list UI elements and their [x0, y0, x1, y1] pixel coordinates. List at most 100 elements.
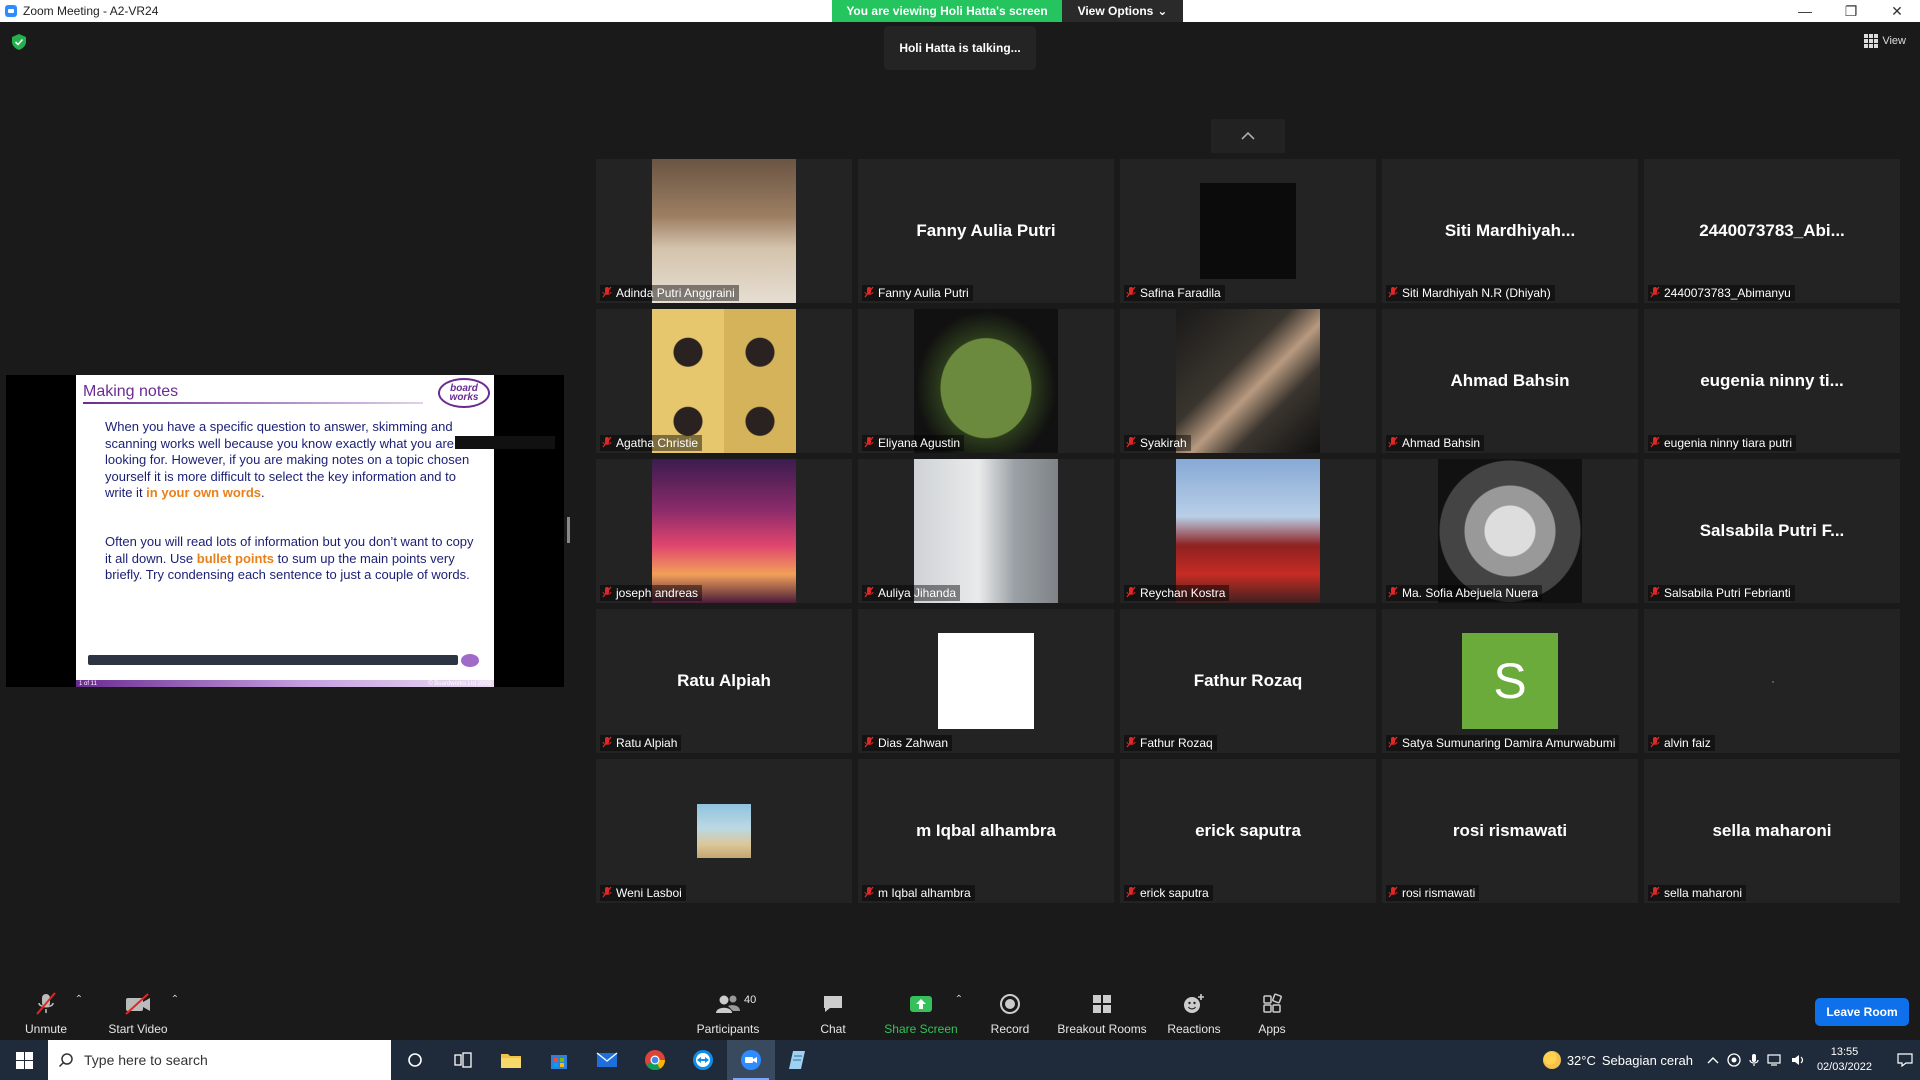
participant-tile[interactable]: Safina Faradila: [1120, 159, 1376, 303]
zoom-camera-icon: [741, 1050, 761, 1070]
apps-button[interactable]: Apps: [1252, 988, 1292, 1040]
taskbar-search-box[interactable]: Type here to search: [48, 1040, 391, 1080]
record-label: Record: [990, 1022, 1030, 1036]
participant-tile[interactable]: Auliya Jihanda: [858, 459, 1114, 603]
participant-name-label: Ma. Sofia Abejuela Nuera: [1386, 585, 1543, 601]
participant-tile[interactable]: alvin faiz: [1644, 609, 1900, 753]
leave-room-button[interactable]: Leave Room: [1815, 998, 1909, 1026]
participant-name: Adinda Putri Anggraini: [616, 286, 735, 300]
participant-tile[interactable]: Salsabila Putri F... Salsabila Putri Febr…: [1644, 459, 1900, 603]
weather-temperature: 32°C: [1566, 1052, 1596, 1068]
participant-tile[interactable]: sella maharoni sella maharoni: [1644, 759, 1900, 903]
chevron-up-icon[interactable]: [1707, 1056, 1719, 1064]
unmute-button[interactable]: Unmute: [22, 988, 70, 1040]
participant-tile[interactable]: Dias Zahwan: [858, 609, 1114, 753]
participant-tile[interactable]: Siti Mardhiyah... Siti Mardhiyah N.R (Dhi…: [1382, 159, 1638, 303]
view-layout-button[interactable]: View: [1864, 34, 1906, 48]
mic-muted-icon: [602, 436, 612, 451]
participant-name: eugenia ninny tiara putri: [1664, 436, 1793, 450]
teamviewer-app[interactable]: [679, 1040, 727, 1080]
participant-tile[interactable]: Fathur Rozaq Fathur Rozaq: [1120, 609, 1376, 753]
volume-icon[interactable]: [1791, 1053, 1807, 1067]
collapse-thumbnails-button[interactable]: [1211, 119, 1285, 153]
presentation-slide: Making notes board works When you have a…: [76, 375, 555, 687]
view-options-button[interactable]: View Options ⌄: [1062, 0, 1183, 22]
mic-muted-icon: [1388, 736, 1398, 751]
shield-check-icon[interactable]: [12, 34, 26, 50]
notifications-button[interactable]: [1890, 1053, 1920, 1067]
participant-tile[interactable]: Ratu Alpiah Ratu Alpiah: [596, 609, 852, 753]
participant-display-name: Fanny Aulia Putri: [916, 221, 1056, 240]
participant-name-label: joseph andreas: [600, 585, 703, 601]
participant-tile[interactable]: eugenia ninny ti... eugenia ninny tiara p…: [1644, 309, 1900, 453]
view-options-label: View Options: [1077, 4, 1154, 18]
participant-display-name: Ratu Alpiah: [677, 671, 771, 690]
network-icon[interactable]: [1767, 1053, 1783, 1067]
notepad-app[interactable]: [775, 1040, 823, 1080]
chat-button[interactable]: Chat: [808, 988, 858, 1040]
participant-tile[interactable]: joseph andreas: [596, 459, 852, 603]
participant-tile[interactable]: Syakirah: [1120, 309, 1376, 453]
share-screen-label: Share Screen: [884, 1022, 958, 1036]
file-explorer-app[interactable]: [487, 1040, 535, 1080]
participant-tile[interactable]: rosi rismawati rosi rismawati: [1382, 759, 1638, 903]
start-button[interactable]: [0, 1040, 48, 1080]
share-screen-button[interactable]: Share Screen: [880, 988, 962, 1040]
participant-video: [1438, 459, 1582, 603]
participant-tile[interactable]: Ahmad Bahsin Ahmad Bahsin: [1382, 309, 1638, 453]
participant-tile[interactable]: Weni Lasboi: [596, 759, 852, 903]
participant-tile[interactable]: S Satya Sumunaring Damira Amurwabumi: [1382, 609, 1638, 753]
chevron-up-icon: ⌃: [74, 994, 84, 1005]
start-video-label: Start Video: [108, 1022, 168, 1036]
taskbar-clock[interactable]: 13:55 02/03/2022: [1817, 1045, 1872, 1075]
chrome-app[interactable]: [631, 1040, 679, 1080]
reactions-button[interactable]: Reactions: [1164, 988, 1224, 1040]
mic-muted-icon: [35, 992, 57, 1016]
mic-muted-icon: [1650, 436, 1660, 451]
participant-name: Fathur Rozaq: [1140, 736, 1213, 750]
minimize-button[interactable]: —: [1782, 0, 1828, 22]
participant-gallery: Adinda Putri Anggraini Fanny Aulia Putri F…: [596, 159, 1900, 903]
participant-name-label: Satya Sumunaring Damira Amurwabumi: [1386, 735, 1620, 751]
participant-tile[interactable]: Eliyana Agustin: [858, 309, 1114, 453]
splitter-handle[interactable]: [567, 517, 570, 543]
webcam-icon[interactable]: [1727, 1053, 1741, 1067]
close-button[interactable]: ✕: [1874, 0, 1920, 22]
start-video-button[interactable]: Start Video: [106, 988, 170, 1040]
participant-tile[interactable]: erick saputra erick saputra: [1120, 759, 1376, 903]
participant-tile[interactable]: 2440073783_Abi... 2440073783_Abimanyu: [1644, 159, 1900, 303]
zoom-app[interactable]: [727, 1040, 775, 1080]
participant-tile[interactable]: Reychan Kostra: [1120, 459, 1376, 603]
notepad-icon: [789, 1051, 805, 1069]
participant-tile[interactable]: Agatha Christie: [596, 309, 852, 453]
windows-taskbar: Type here to search 32°C Sebagian cerah: [0, 1040, 1920, 1080]
restore-button[interactable]: ❐: [1828, 0, 1874, 22]
apps-label: Apps: [1258, 1022, 1286, 1036]
participant-tile[interactable]: m Iqbal alhambra m Iqbal alhambra: [858, 759, 1114, 903]
audio-options-caret[interactable]: ⌃: [74, 988, 84, 1040]
task-view-button[interactable]: [439, 1040, 487, 1080]
weather-widget[interactable]: 32°C Sebagian cerah: [1542, 1051, 1693, 1069]
microphone-icon[interactable]: [1749, 1053, 1759, 1067]
cortana-button[interactable]: [391, 1040, 439, 1080]
reactions-label: Reactions: [1167, 1022, 1221, 1036]
slide-paragraph-2: Often you will read lots of information …: [105, 534, 481, 584]
boardworks-logo: board works: [438, 378, 490, 408]
tray-icons: [1707, 1053, 1807, 1067]
participant-tile[interactable]: Ma. Sofia Abejuela Nuera: [1382, 459, 1638, 603]
video-options-caret[interactable]: ⌃: [170, 988, 180, 1040]
store-bag-icon: [551, 1055, 567, 1069]
microsoft-store-app[interactable]: [535, 1040, 583, 1080]
mail-app[interactable]: [583, 1040, 631, 1080]
participant-display-name: Fathur Rozaq: [1193, 671, 1303, 690]
participant-video: [652, 309, 796, 453]
breakout-rooms-button[interactable]: Breakout Rooms: [1056, 988, 1148, 1040]
share-options-caret[interactable]: ⌃: [954, 988, 964, 1040]
mic-muted-icon: [1126, 736, 1136, 751]
record-button[interactable]: Record: [984, 988, 1036, 1040]
mic-muted-icon: [1126, 436, 1136, 451]
slide-nav-icon: [461, 654, 479, 667]
participant-tile[interactable]: Fanny Aulia Putri Fanny Aulia Putri: [858, 159, 1114, 303]
participant-name: rosi rismawati: [1402, 886, 1476, 900]
participant-tile[interactable]: Adinda Putri Anggraini: [596, 159, 852, 303]
